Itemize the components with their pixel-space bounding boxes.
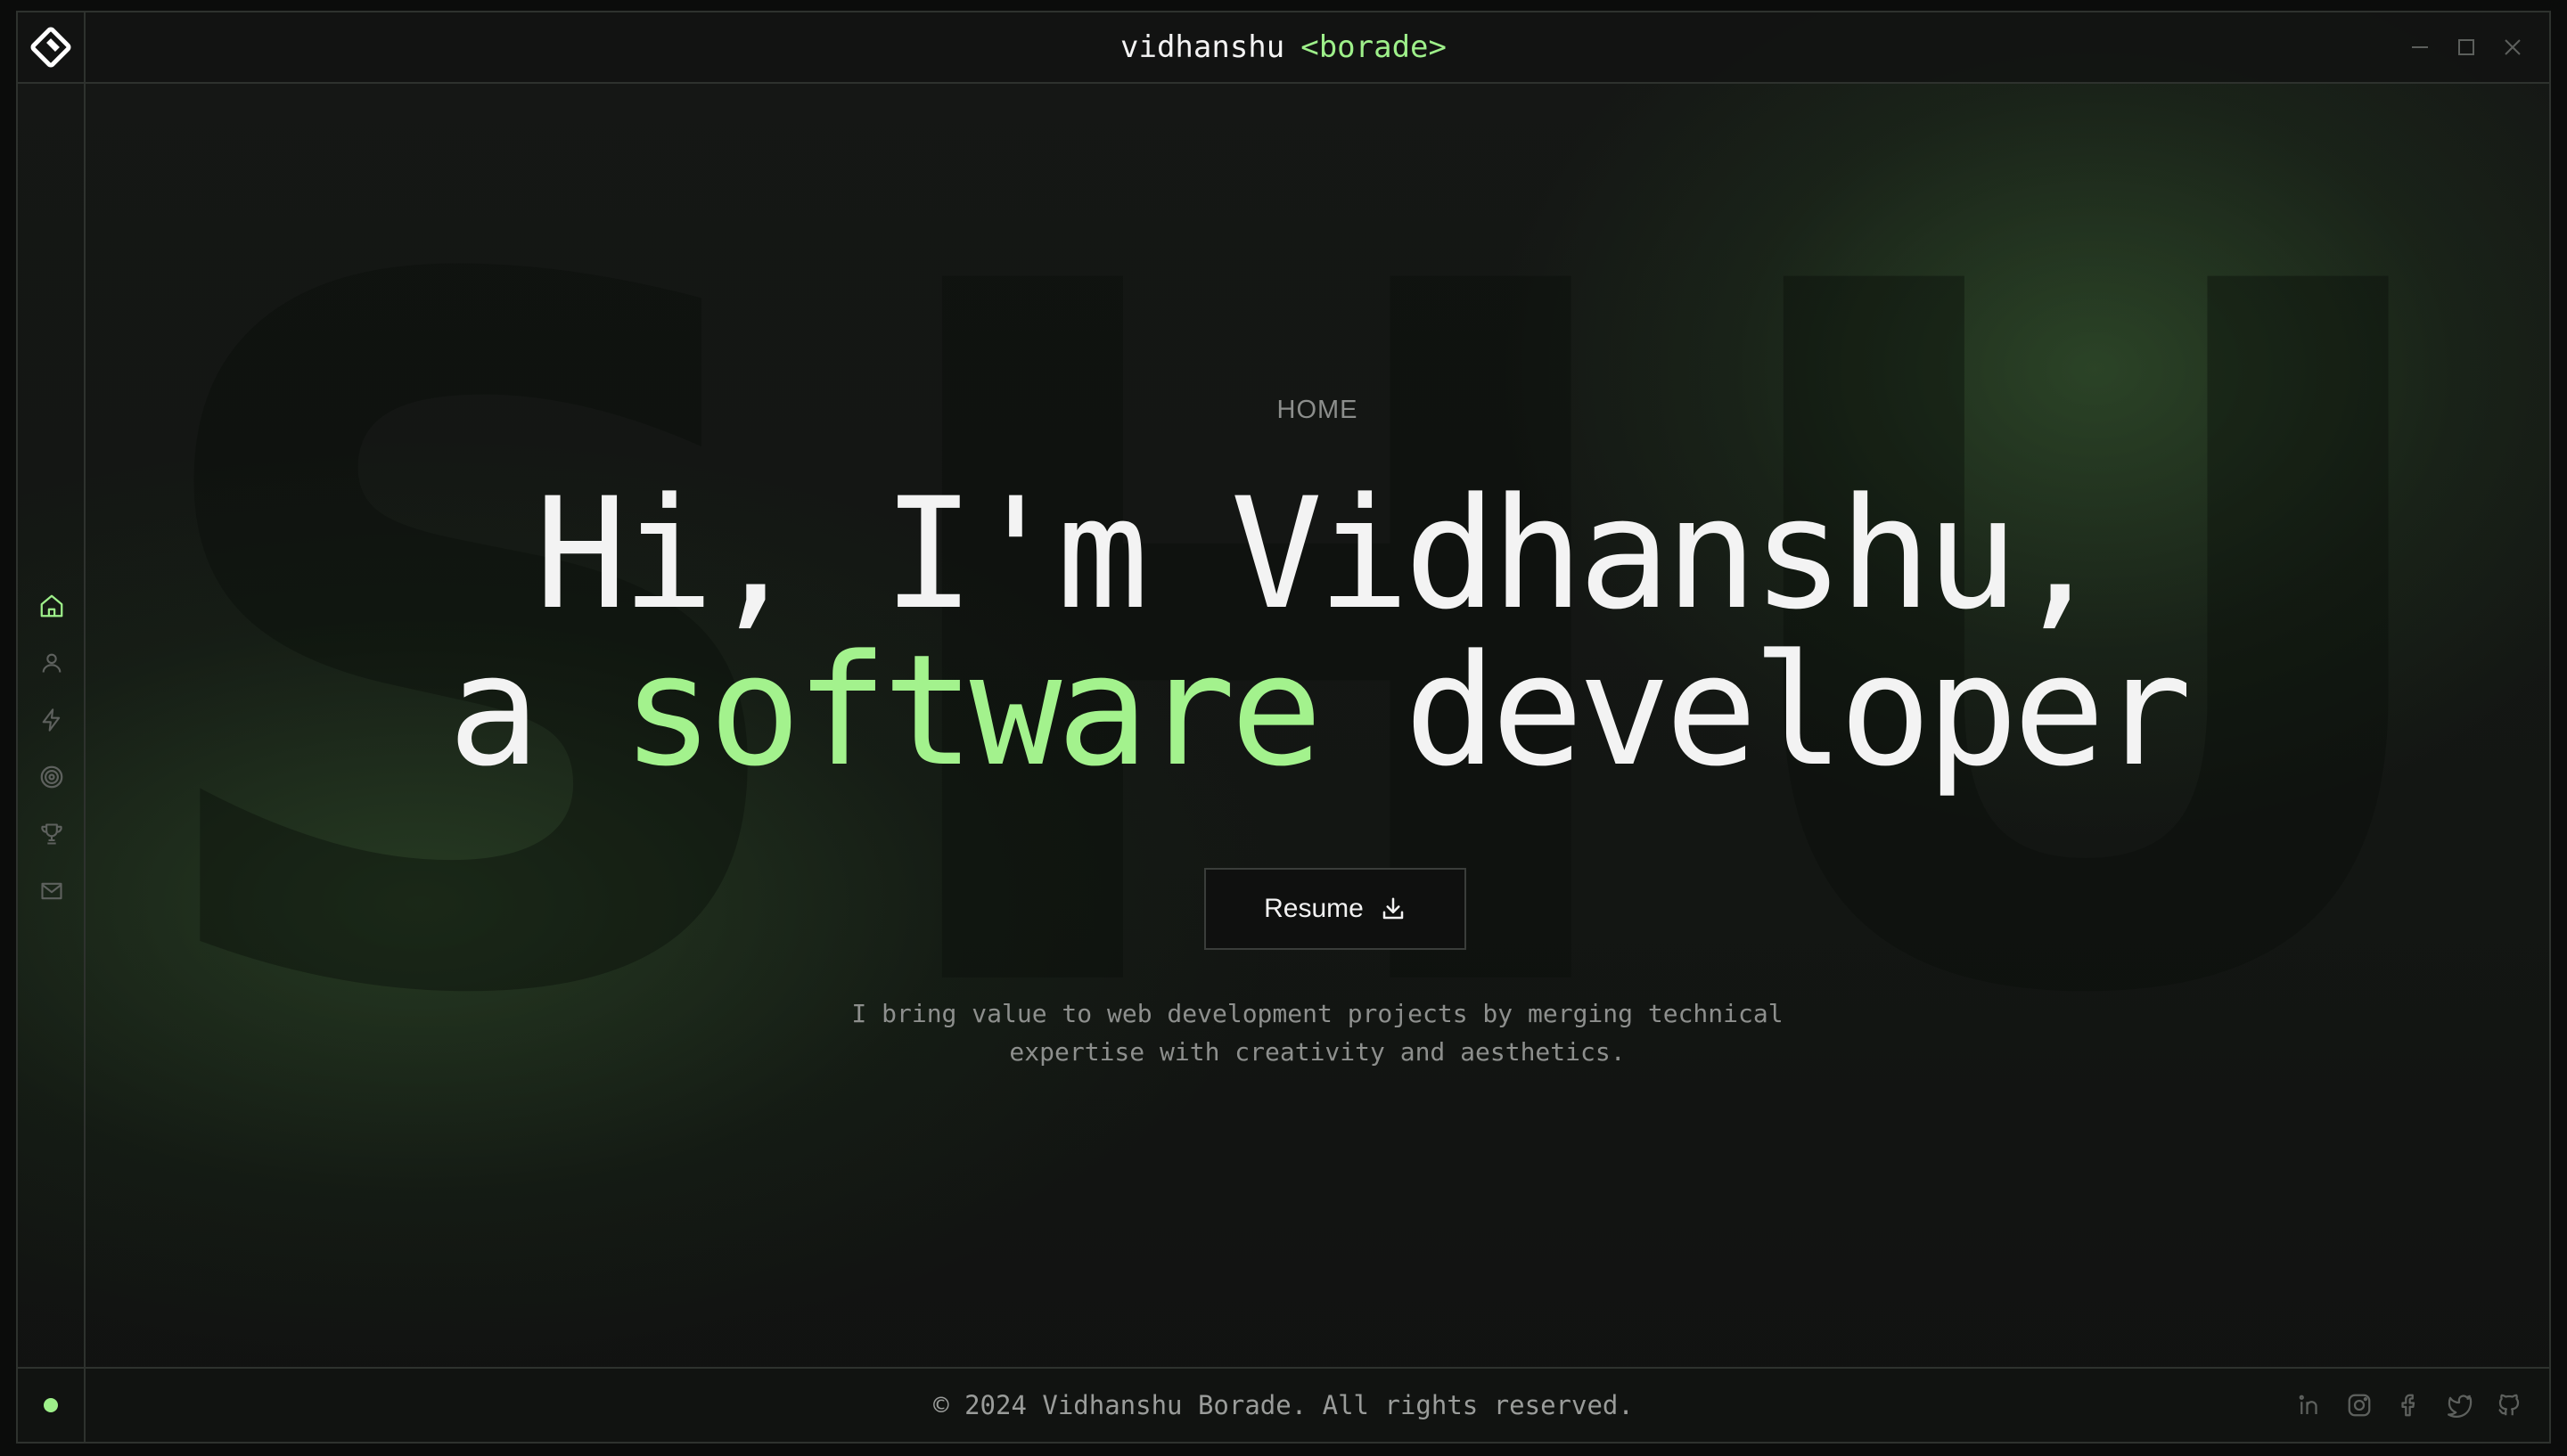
linkedin-icon[interactable] — [2296, 1392, 2323, 1419]
maximize-icon[interactable] — [2456, 37, 2476, 57]
footer: © 2024 Vidhanshu Borade. All rights rese… — [18, 1367, 2549, 1442]
minimize-icon[interactable] — [2410, 37, 2430, 57]
hero-section: HOME Hi, I'm Vidhanshu, a software devel… — [86, 84, 2549, 1372]
sidebar-item-skills[interactable] — [18, 691, 86, 748]
app-window: SHU vidhanshu <borade> HOME Hi, I'm Vidh… — [16, 11, 2551, 1444]
sidebar-item-home[interactable] — [18, 577, 86, 634]
sidebar-item-about[interactable] — [18, 634, 86, 691]
mail-icon — [41, 882, 62, 900]
close-icon[interactable] — [2503, 37, 2522, 57]
title-bar: vidhanshu <borade> — [18, 12, 2549, 84]
download-icon — [1382, 897, 1404, 920]
window-controls — [2410, 12, 2522, 82]
user-icon — [42, 653, 62, 673]
headline-line-2: a software developer — [86, 633, 2549, 789]
hero-headline: Hi, I'm Vidhanshu, a software developer — [86, 476, 2549, 789]
tagline-line-2: expertise with creativity and aesthetics… — [1009, 1037, 1626, 1067]
trophy-icon — [41, 823, 62, 845]
social-links — [2296, 1369, 2522, 1442]
headline-prefix: a — [447, 621, 540, 800]
tagline-line-1: I bring value to web development project… — [851, 999, 1784, 1028]
headline-suffix: developer — [1404, 621, 2193, 800]
twitter-icon[interactable] — [2446, 1392, 2473, 1419]
sidebar-item-achievements[interactable] — [18, 806, 86, 863]
facebook-icon[interactable] — [2396, 1392, 2423, 1419]
section-label: HOME — [1276, 396, 1358, 424]
headline-line-1: Hi, I'm Vidhanshu, — [535, 464, 2105, 643]
resume-button-label: Resume — [1264, 894, 1364, 923]
instagram-icon[interactable] — [2346, 1392, 2373, 1419]
headline-accent-word: software — [621, 621, 1323, 800]
resume-download-button[interactable]: Resume — [1204, 868, 1466, 950]
sidebar-item-contact[interactable] — [18, 863, 86, 920]
home-icon — [40, 594, 63, 618]
sidebar-item-projects[interactable] — [18, 748, 86, 806]
brand-last-name: <borade> — [1300, 29, 1447, 65]
copyright-text: © 2024 Vidhanshu Borade. All rights rese… — [933, 1390, 1634, 1420]
sidebar-nav — [18, 577, 86, 920]
target-icon — [40, 765, 63, 789]
lightning-icon — [42, 708, 61, 732]
hero-tagline: I bring value to web development project… — [86, 994, 2549, 1071]
brand-name[interactable]: vidhanshu <borade> — [18, 12, 2549, 82]
sidebar — [18, 84, 86, 1372]
github-icon[interactable] — [2496, 1392, 2522, 1419]
brand-first-name: vidhanshu — [1120, 29, 1285, 65]
